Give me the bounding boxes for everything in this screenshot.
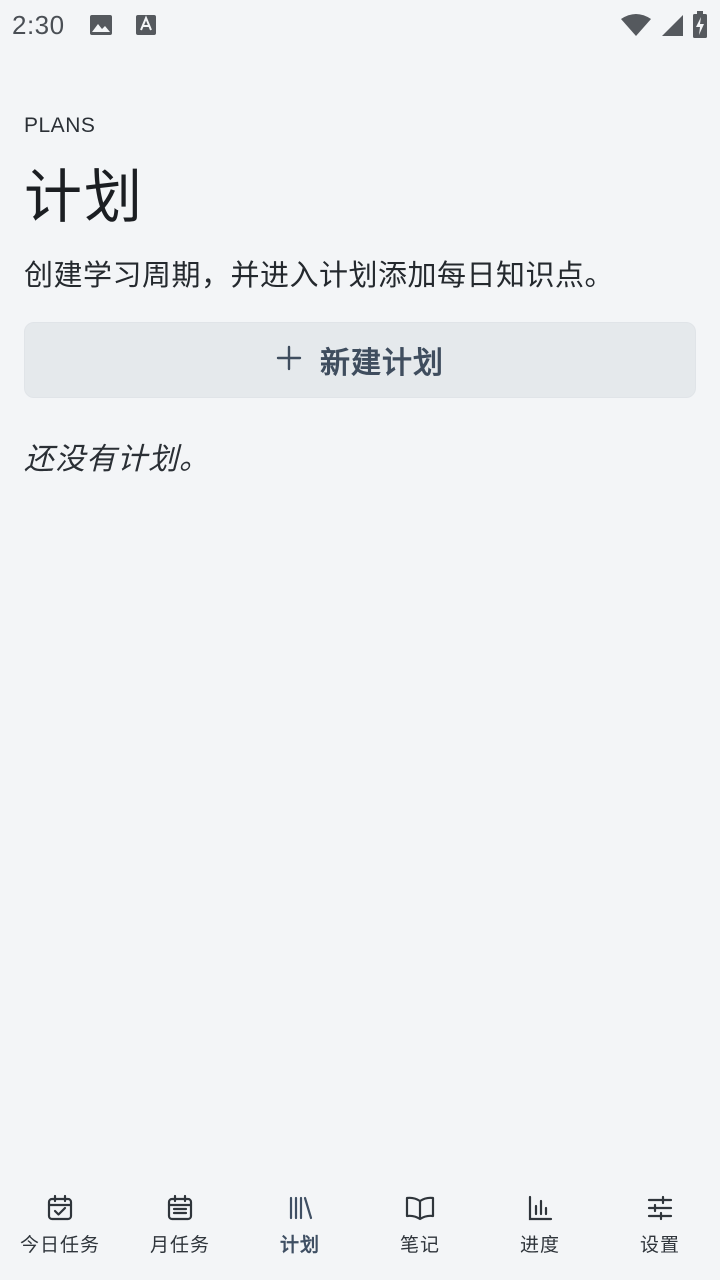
nav-item-progress[interactable]: 进度 xyxy=(480,1180,600,1280)
calendar-list-icon xyxy=(164,1192,196,1224)
page-eyebrow: PLANS xyxy=(24,114,96,137)
font-a-icon xyxy=(135,14,157,36)
nav-label: 今日任务 xyxy=(19,1234,100,1256)
empty-state-text: 还没有计划。 xyxy=(24,442,210,477)
nav-label: 月任务 xyxy=(149,1234,210,1256)
battery-charging-icon xyxy=(692,11,708,39)
nav-item-settings[interactable]: 设置 xyxy=(600,1180,720,1280)
nav-item-plans[interactable]: 计划 xyxy=(240,1180,360,1280)
sliders-icon xyxy=(644,1192,676,1224)
nav-item-today-tasks[interactable]: 今日任务 xyxy=(0,1180,120,1280)
nav-label: 设置 xyxy=(639,1234,680,1256)
app-screen: 2:30 PLANS 计划 创建学习周期，并进入计划添加每日知识点。 新建计划 … xyxy=(0,0,720,1280)
page-title: 计划 xyxy=(24,163,145,231)
system-icons xyxy=(620,11,708,39)
page-subtitle: 创建学习周期，并进入计划添加每日知识点。 xyxy=(24,258,615,292)
status-bar: 2:30 xyxy=(0,0,720,50)
nav-label: 笔记 xyxy=(399,1234,440,1256)
book-open-icon xyxy=(404,1192,436,1224)
nav-item-month-tasks[interactable]: 月任务 xyxy=(120,1180,240,1280)
image-icon xyxy=(89,14,113,36)
status-time: 2:30 xyxy=(12,9,65,40)
library-icon xyxy=(284,1192,316,1224)
plus-icon xyxy=(276,345,302,375)
notification-icons xyxy=(89,14,157,36)
bar-chart-icon xyxy=(524,1192,556,1224)
nav-label: 进度 xyxy=(519,1234,560,1256)
nav-label: 计划 xyxy=(279,1234,320,1256)
new-plan-label: 新建计划 xyxy=(320,346,444,381)
calendar-check-icon xyxy=(44,1192,76,1224)
new-plan-button[interactable]: 新建计划 xyxy=(24,322,696,398)
nav-item-notes[interactable]: 笔记 xyxy=(360,1180,480,1280)
wifi-icon xyxy=(620,13,652,37)
cell-signal-icon xyxy=(660,13,684,37)
bottom-nav: 今日任务 月任务 计划 笔记 进度 设置 xyxy=(0,1180,720,1280)
